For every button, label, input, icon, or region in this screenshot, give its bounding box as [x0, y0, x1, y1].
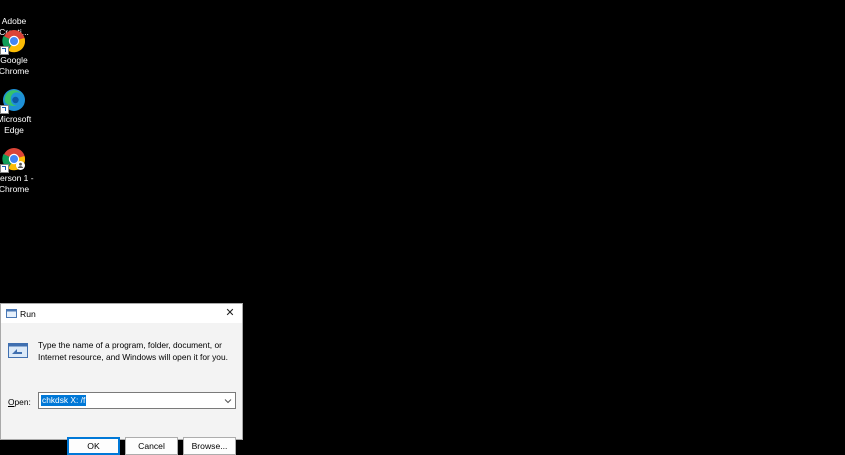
open-command-combobox[interactable]: chkdsk X: /f	[38, 392, 236, 409]
run-dialog-body: Type the name of a program, folder, docu…	[1, 323, 242, 455]
chevron-down-icon[interactable]	[224, 397, 232, 405]
open-label: Open:	[8, 397, 31, 407]
desktop-icon-microsoft-edge[interactable]: Microsoft Edge	[0, 88, 40, 135]
shortcut-arrow-icon	[0, 164, 9, 173]
desktop-icon-label: Microsoft	[0, 114, 32, 124]
run-dialog: Run ✕ Type the name of a program, folder…	[0, 303, 243, 455]
desktop-icon-label: Person 1 -	[0, 173, 34, 183]
adobe-creative-cloud-icon	[2, 0, 26, 14]
run-app-icon	[6, 309, 17, 320]
run-program-icon	[8, 343, 28, 360]
open-label-text: pen:	[14, 397, 31, 407]
chrome-profile-icon	[0, 147, 26, 173]
shortcut-arrow-icon	[0, 46, 9, 55]
run-titlebar[interactable]: Run ✕	[1, 304, 242, 323]
desktop-icon-label: Chrome	[0, 65, 30, 76]
desktop-icon-person1-chrome[interactable]: Person 1 - Chrome	[0, 147, 40, 194]
desktop-icon-label: Edge	[4, 124, 24, 135]
cancel-button[interactable]: Cancel	[125, 437, 178, 455]
ok-button[interactable]: OK	[67, 437, 120, 455]
run-dialog-title: Run	[20, 309, 36, 319]
edge-icon	[0, 88, 26, 114]
shortcut-arrow-icon	[0, 105, 9, 114]
desktop-icon-label: Chrome	[0, 183, 30, 194]
desktop-icon-label: Google	[0, 55, 28, 65]
close-button[interactable]: ✕	[218, 304, 242, 323]
desktop-icon-google-chrome[interactable]: Google Chrome	[0, 29, 40, 76]
browse-button[interactable]: Browse...	[183, 437, 236, 455]
open-command-input[interactable]: chkdsk X: /f	[41, 395, 87, 406]
chrome-icon	[0, 29, 26, 55]
desktop-icon-label: Adobe	[1, 16, 27, 26]
close-icon: ✕	[225, 307, 235, 319]
run-description: Type the name of a program, folder, docu…	[38, 340, 228, 362]
